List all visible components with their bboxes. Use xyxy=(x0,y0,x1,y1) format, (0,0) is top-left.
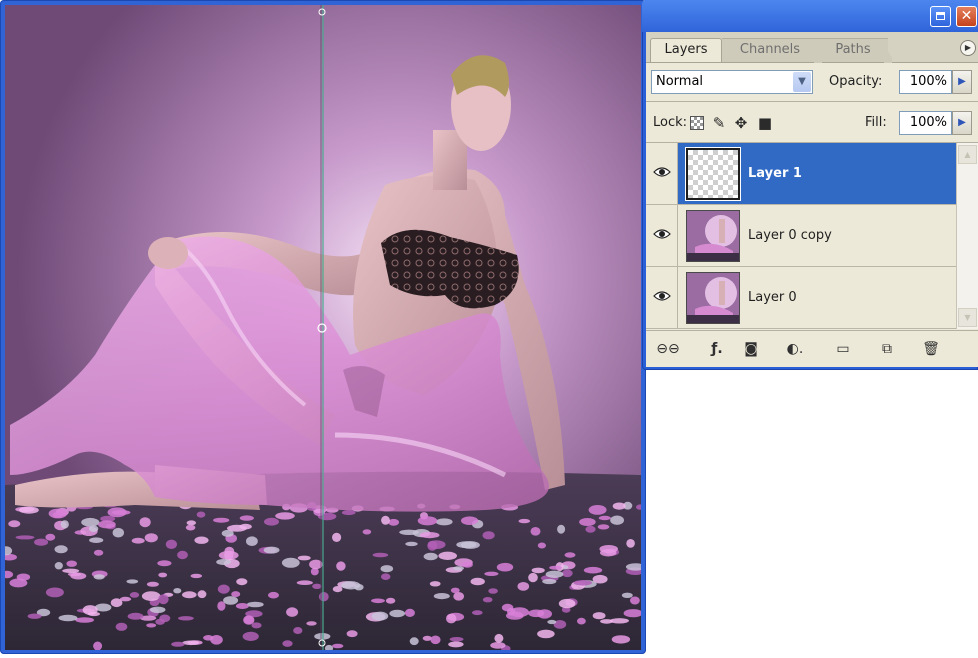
layer-name: Layer 0 xyxy=(748,290,797,305)
tab-channels[interactable]: Channels xyxy=(722,38,822,63)
trash-icon[interactable]: 🗑 xyxy=(922,340,940,358)
canvas-artwork xyxy=(5,5,641,650)
lock-transparent-pixels-icon[interactable] xyxy=(690,116,704,130)
layer-list-scrollbar[interactable]: ▲ ▼ xyxy=(956,143,978,329)
link-icon[interactable]: ⊖⊖ xyxy=(656,340,680,358)
layer-thumbnail xyxy=(685,147,741,201)
layers-palette: ✕ Layers Channels Paths ▶ Normal ▼ Opaci… xyxy=(642,0,978,370)
lock-image-pixels-icon[interactable]: ✎ xyxy=(710,114,728,132)
layer-thumbnail xyxy=(686,210,740,262)
new-layer-icon[interactable]: ⧉ xyxy=(878,340,896,358)
visibility-toggle[interactable] xyxy=(646,205,678,266)
layer-style-icon[interactable]: ƒ. xyxy=(706,340,728,358)
lock-label: Lock: xyxy=(653,115,688,130)
layer-row-layer-0[interactable]: Layer 0 xyxy=(646,267,956,329)
fill-slider-button[interactable]: ▶ xyxy=(952,111,972,135)
layer-row-layer-1[interactable]: Layer 1 xyxy=(646,143,956,205)
lock-row: Lock: ✎ ✥ ■ Fill: 100% ▶ xyxy=(646,102,978,143)
palette-tabs: Layers Channels Paths ▶ xyxy=(646,32,978,63)
lock-position-icon[interactable]: ✥ xyxy=(732,114,750,132)
scroll-down-icon[interactable]: ▼ xyxy=(958,308,977,327)
tab-layers[interactable]: Layers xyxy=(650,38,722,62)
layer-mask-icon[interactable]: ◙ xyxy=(742,340,760,358)
visibility-toggle[interactable] xyxy=(646,267,678,328)
opacity-field[interactable]: 100% xyxy=(899,70,952,94)
eye-icon xyxy=(653,291,671,301)
blend-row: Normal ▼ Opacity: 100% ▶ xyxy=(646,63,978,102)
layer-thumbnail xyxy=(686,272,740,324)
fill-field[interactable]: 100% xyxy=(899,111,952,135)
palette-bottom-bar: ⊖⊖ ƒ. ◙ ◐. ▭ ⧉ 🗑 xyxy=(646,330,978,367)
lock-all-icon[interactable]: ■ xyxy=(756,114,774,132)
scroll-up-icon[interactable]: ▲ xyxy=(958,145,977,164)
chevron-down-icon[interactable]: ▼ xyxy=(793,72,811,92)
adjustment-layer-icon[interactable]: ◐. xyxy=(784,340,806,358)
visibility-toggle[interactable] xyxy=(646,143,678,204)
blend-mode-select[interactable]: Normal ▼ xyxy=(651,70,813,94)
eye-icon xyxy=(653,167,671,177)
layer-name: Layer 0 copy xyxy=(748,228,832,243)
palette-menu-icon[interactable]: ▶ xyxy=(960,40,976,56)
eye-icon xyxy=(653,229,671,239)
minimize-button[interactable] xyxy=(930,6,951,27)
minimize-icon xyxy=(931,7,950,26)
image-canvas[interactable] xyxy=(5,5,641,650)
blend-mode-value: Normal xyxy=(656,74,704,89)
fill-label: Fill: xyxy=(865,115,887,130)
palette-body: Layers Channels Paths ▶ Normal ▼ Opacity… xyxy=(646,32,978,367)
close-icon: ✕ xyxy=(960,8,973,24)
new-group-icon[interactable]: ▭ xyxy=(834,340,852,358)
close-button[interactable]: ✕ xyxy=(956,6,977,27)
layer-list: Layer 1 Layer 0 copy Layer 0 xyxy=(646,143,956,329)
palette-titlebar[interactable]: ✕ xyxy=(642,0,978,32)
tab-paths[interactable]: Paths xyxy=(818,38,892,63)
layer-row-layer-0-copy[interactable]: Layer 0 copy xyxy=(646,205,956,267)
layer-name: Layer 1 xyxy=(748,166,802,181)
opacity-label: Opacity: xyxy=(829,74,883,89)
opacity-slider-button[interactable]: ▶ xyxy=(952,70,972,94)
document-window xyxy=(0,0,646,654)
